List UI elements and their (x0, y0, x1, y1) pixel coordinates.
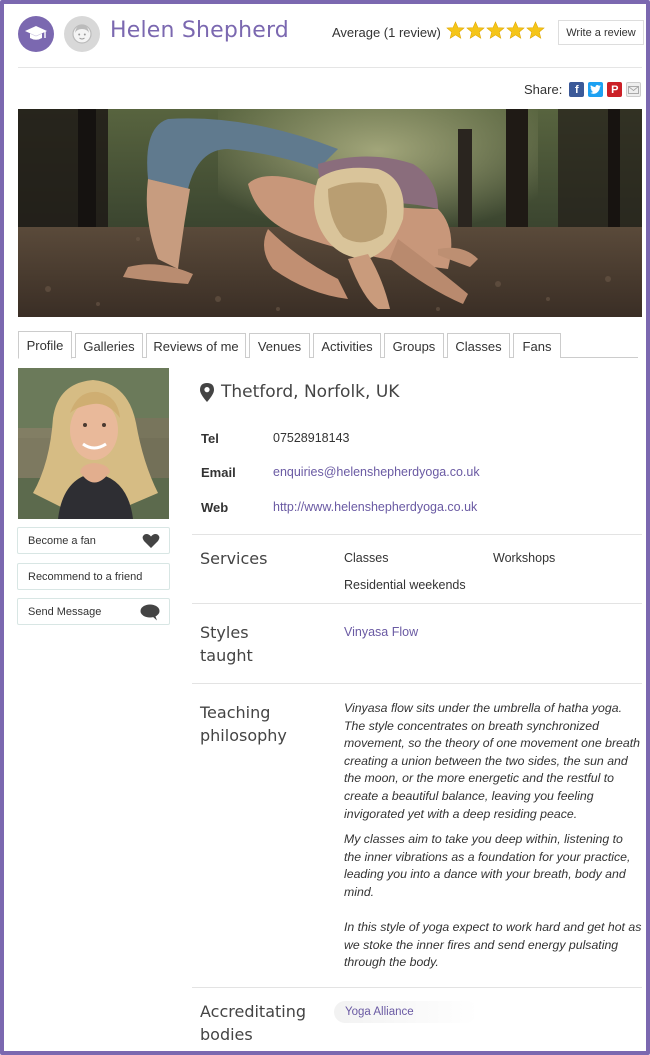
tab-groups[interactable]: Groups (384, 333, 444, 358)
divider (192, 603, 642, 604)
service-item: Residential weekends (344, 578, 466, 592)
user-face-icon (72, 24, 92, 44)
teacher-badge (18, 16, 54, 52)
tab-fans[interactable]: Fans (513, 333, 561, 358)
philosophy-label: Teaching philosophy (200, 701, 320, 747)
tab-profile[interactable]: Profile (18, 331, 72, 359)
profile-header: Helen Shepherd Average (1 review) Write … (14, 12, 644, 56)
graduation-cap-icon (25, 26, 47, 40)
styles-label-line2: taught (200, 646, 253, 665)
map-pin-icon (200, 382, 214, 402)
philosophy-paragraph: In this style of yoga expect to work har… (344, 920, 642, 970)
facebook-icon[interactable]: f (569, 82, 585, 97)
web-link[interactable]: http://www.helenshepherdyoga.co.uk (273, 500, 477, 514)
tab-reviews-of-me[interactable]: Reviews of me (146, 333, 246, 358)
services-label: Services (200, 549, 268, 568)
heart-icon (142, 533, 160, 552)
share-label: Share: (524, 82, 563, 97)
rating-stars (446, 21, 545, 40)
accreditation-badge[interactable]: Yoga Alliance (334, 1001, 478, 1023)
philosophy-label-line2: philosophy (200, 726, 287, 745)
divider (192, 683, 642, 684)
email-icon[interactable] (626, 82, 642, 97)
accreditation-label: Accreditating bodies (200, 1000, 320, 1046)
profile-photo (18, 368, 169, 519)
twitter-icon[interactable] (588, 82, 604, 97)
star-icon (446, 21, 465, 39)
accreditation-label-line2: bodies (200, 1025, 253, 1044)
web-label: Web (201, 500, 229, 515)
profile-tabs: Profile Galleries Reviews of me Venues A… (18, 331, 638, 359)
become-fan-button[interactable]: Become a fan (17, 527, 170, 554)
philosophy-label-line1: Teaching (200, 703, 271, 722)
accreditation-label-line1: Accreditating (200, 1002, 307, 1021)
cover-photo (18, 109, 642, 317)
recommend-button[interactable]: Recommend to a friend (17, 563, 170, 590)
email-label: Email (201, 465, 236, 480)
tab-activities[interactable]: Activities (313, 333, 381, 358)
philosophy-paragraph: Vinyasa flow sits under the umbrella of … (344, 701, 640, 821)
service-item: Workshops (493, 551, 556, 565)
write-review-button[interactable]: Write a review (558, 20, 644, 45)
divider (192, 534, 642, 535)
tel-label: Tel (201, 431, 219, 446)
location: Thetford, Norfolk, UK (200, 382, 399, 402)
tel-value: 07528918143 (273, 431, 350, 445)
share-bar: Share: f P (524, 82, 642, 97)
pinterest-icon[interactable]: P (607, 82, 623, 97)
page-frame: Helen Shepherd Average (1 review) Write … (0, 0, 650, 1055)
style-link[interactable]: Vinyasa Flow (344, 625, 418, 639)
send-message-button[interactable]: Send Message (17, 598, 170, 625)
star-icon (466, 21, 485, 39)
tab-venues[interactable]: Venues (249, 333, 310, 358)
philosophy-paragraph: My classes aim to take you deep within, … (344, 832, 631, 899)
recommend-label: Recommend to a friend (28, 570, 143, 583)
speech-bubble-icon (140, 604, 160, 624)
styles-label: Styles taught (200, 621, 320, 667)
service-item: Classes (344, 551, 389, 565)
avatar[interactable] (64, 16, 100, 52)
become-fan-label: Become a fan (28, 534, 96, 547)
email-link[interactable]: enquiries@helenshepherdyoga.co.uk (273, 465, 480, 479)
header-divider (18, 67, 642, 68)
styles-label-line1: Styles (200, 623, 249, 642)
tab-classes[interactable]: Classes (447, 333, 510, 358)
star-icon (486, 21, 505, 39)
tab-galleries[interactable]: Galleries (75, 333, 143, 358)
send-message-label: Send Message (28, 605, 102, 618)
rating-summary[interactable]: Average (1 review) (332, 25, 441, 40)
star-icon (506, 21, 525, 39)
profile-name: Helen Shepherd (110, 18, 289, 43)
star-icon (526, 21, 545, 39)
divider (192, 987, 642, 988)
location-text: Thetford, Norfolk, UK (221, 382, 400, 402)
